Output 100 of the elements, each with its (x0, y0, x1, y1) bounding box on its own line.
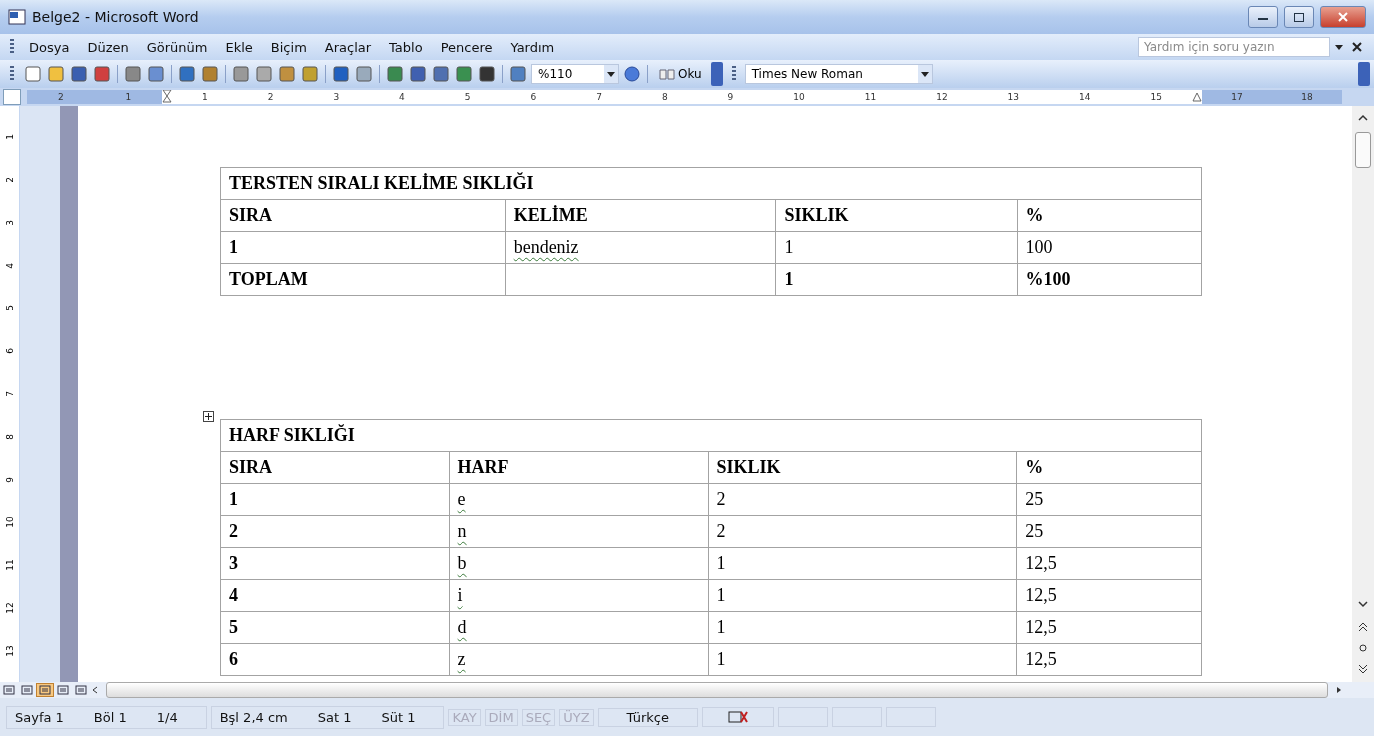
scroll-left-icon[interactable] (90, 685, 100, 695)
status-field: Bşl 2,4 cm (211, 708, 296, 726)
ruler-number: 6 (4, 348, 15, 355)
table-cell: 6 (220, 643, 450, 676)
status-field: Sat 1 (309, 708, 360, 726)
menu-item[interactable]: Yardım (501, 37, 564, 57)
status-field: Böl 1 (85, 708, 135, 726)
menu-item[interactable]: Pencere (431, 37, 502, 57)
menu-item[interactable]: Biçim (261, 37, 316, 57)
table-cell: 100 (1017, 231, 1202, 264)
status-field: 1/4 (148, 708, 186, 726)
view-mode-button[interactable] (54, 683, 72, 697)
column-header: SIRA (220, 451, 450, 484)
view-mode-button[interactable] (0, 683, 18, 697)
maximize-icon (1294, 12, 1304, 22)
close-icon[interactable] (1350, 42, 1364, 52)
column-header: HARF (449, 451, 709, 484)
table-cell: 1 (708, 611, 1017, 644)
table-cell: 5 (220, 611, 450, 644)
table-cell: TOPLAM (220, 263, 506, 296)
table-cell: 1 (220, 231, 506, 264)
table-cell: 12,5 (1016, 611, 1202, 644)
ruler-number: 18 (1301, 92, 1313, 102)
table-cell: 4 (220, 579, 450, 612)
table-cell: 12,5 (1016, 579, 1202, 612)
ruler-number: 8 (661, 92, 668, 102)
dropdown-arrow-icon[interactable] (1334, 43, 1344, 51)
ruler-number: 2 (4, 177, 15, 183)
menu-item[interactable]: Görünüm (137, 37, 217, 57)
menu-item[interactable]: Araçlar (315, 37, 381, 57)
column-header: % (1017, 199, 1202, 232)
book-icon (659, 68, 675, 80)
view-mode-button[interactable] (18, 683, 36, 697)
status-field: Süt 1 (373, 708, 424, 726)
table-cell: b (449, 547, 709, 580)
table-cell: d (449, 611, 709, 644)
read-button[interactable]: Oku (653, 67, 708, 81)
ruler-number: 4 (4, 262, 15, 269)
ruler-number: 9 (4, 476, 15, 483)
ruler-number: 2 (267, 92, 274, 102)
ruler-number: 15 (1150, 92, 1162, 102)
toolbar-options-icon[interactable] (710, 62, 723, 86)
ruler-number: 1 (4, 134, 15, 141)
right-indent-marker-icon[interactable] (1192, 92, 1202, 102)
font-combo[interactable]: Times New Roman (744, 64, 933, 84)
table-cell: 1 (708, 547, 1017, 580)
ruler-number: 12 (4, 602, 15, 614)
table-cell: i (449, 579, 709, 612)
column-header: SIKLIK (708, 451, 1017, 484)
menu-item[interactable]: Düzen (78, 37, 138, 57)
table-cell: bendeniz (505, 231, 776, 264)
help-search-field[interactable]: Yardım için soru yazın (1138, 37, 1330, 57)
ruler-number: 8 (4, 433, 15, 440)
ruler-number: 4 (399, 92, 405, 102)
status-field: Sayfa 1 (7, 708, 72, 726)
menu-item[interactable]: Tablo (380, 37, 432, 57)
table-cell: n (449, 515, 709, 548)
table-move-handle-icon[interactable] (203, 411, 214, 422)
word-document-icon (8, 9, 26, 25)
ruler-number: 14 (1079, 92, 1091, 102)
ruler-number: 11 (864, 92, 877, 102)
table-cell: 12,5 (1016, 547, 1202, 580)
table-cell: 1 (708, 643, 1017, 676)
dropdown-arrow-icon (920, 71, 929, 77)
ruler-number: 9 (727, 92, 734, 102)
column-header: KELİME (505, 199, 776, 232)
zoom-combo[interactable]: %110 (531, 64, 619, 84)
minimize-button[interactable] (1248, 6, 1278, 28)
ruler-number: 12 (936, 92, 948, 102)
ruler-number: 5 (4, 305, 15, 312)
spelling-status-icon[interactable] (702, 707, 774, 727)
ruler-number: 17 (1231, 92, 1243, 102)
ruler-number: 2 (57, 92, 64, 102)
window-title: Belge2 - Microsoft Word (32, 9, 199, 25)
tab-stop-selector[interactable] (3, 89, 21, 105)
ruler-number: 6 (530, 92, 537, 102)
menu-item[interactable]: Dosya (20, 37, 79, 57)
table-cell: 1 (220, 483, 450, 516)
table-cell: 12,5 (1016, 643, 1202, 676)
view-mode-button[interactable] (36, 683, 54, 697)
table-cell: z (449, 643, 709, 676)
ruler-number: 11 (4, 559, 15, 571)
column-header: SIKLIK (775, 199, 1017, 232)
language-indicator[interactable]: Türkçe (597, 707, 698, 727)
column-header: SIRA (220, 199, 506, 232)
scrollbar-thumb[interactable] (1355, 132, 1371, 168)
ruler-number: 1 (125, 92, 132, 102)
ruler-number: 3 (4, 220, 15, 226)
ruler-number: 5 (464, 92, 471, 102)
table-cell: 1 (775, 263, 1017, 296)
table-cell: 25 (1016, 483, 1202, 516)
close-icon (1338, 12, 1348, 22)
menu-item[interactable]: Ekle (216, 37, 262, 57)
table-title: TERSTEN SIRALI KELİME SIKLIĞI (220, 167, 1202, 200)
ruler-number: 1 (202, 92, 208, 102)
close-button[interactable] (1320, 6, 1366, 28)
table-cell: 2 (708, 483, 1017, 516)
table-cell: 2 (708, 515, 1017, 548)
ruler-number: 10 (4, 516, 15, 528)
maximize-button[interactable] (1284, 6, 1314, 28)
